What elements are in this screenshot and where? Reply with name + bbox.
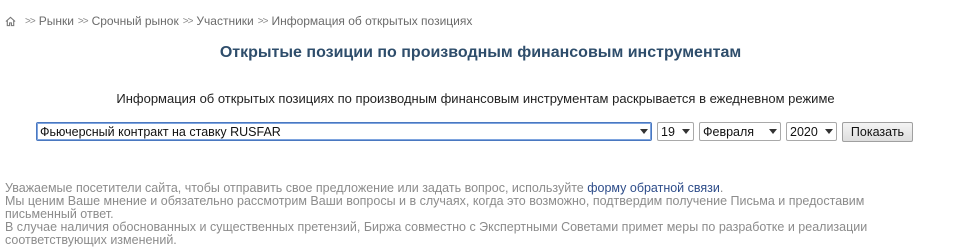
- instrument-select-value: Фьючерсный контракт на ставку RUSFAR: [40, 125, 281, 139]
- breadcrumb-derivatives-link[interactable]: Срочный рынок: [92, 14, 179, 28]
- breadcrumb-markets-link[interactable]: Рынки: [39, 14, 74, 28]
- breadcrumb-separator: >>: [182, 15, 194, 27]
- instrument-select[interactable]: Фьючерсный контракт на ставку RUSFAR: [36, 122, 652, 141]
- page-title: Открытые позиции по производным финансов…: [219, 44, 742, 61]
- year-select[interactable]: 2020: [786, 122, 837, 141]
- page-description: Информация об открытых позициях по произ…: [116, 91, 835, 106]
- day-select-value: 19: [661, 125, 675, 139]
- breadcrumb-separator: >>: [25, 15, 36, 27]
- month-select[interactable]: Февраля: [699, 122, 781, 141]
- breadcrumb-participants-link[interactable]: Участники: [196, 14, 253, 28]
- dropdown-arrow-icon: [640, 129, 648, 134]
- feedback-notice: Уважаемые посетители сайта, чтобы отправ…: [5, 182, 910, 247]
- day-select[interactable]: 19: [657, 122, 694, 141]
- breadcrumb-separator: >>: [257, 15, 269, 27]
- month-select-value: Февраля: [703, 125, 755, 139]
- feedback-form-link[interactable]: форму обратной связи: [587, 181, 720, 195]
- notice-line-2: Мы ценим Ваше мнение и обязательно рассм…: [5, 194, 865, 221]
- show-button[interactable]: Показать: [842, 122, 913, 142]
- notice-line-3: В случае наличия обоснованных и существе…: [5, 220, 868, 247]
- breadcrumb-current: Информация об открытых позициях: [271, 14, 473, 28]
- year-select-value: 2020: [790, 125, 818, 139]
- dropdown-arrow-icon: [769, 129, 777, 134]
- dropdown-arrow-icon: [682, 129, 690, 134]
- breadcrumb: >> Рынки >> Срочный рынок >> Участники >…: [5, 14, 472, 28]
- home-icon[interactable]: [5, 16, 16, 27]
- dropdown-arrow-icon: [825, 129, 833, 134]
- breadcrumb-separator: >>: [77, 15, 89, 27]
